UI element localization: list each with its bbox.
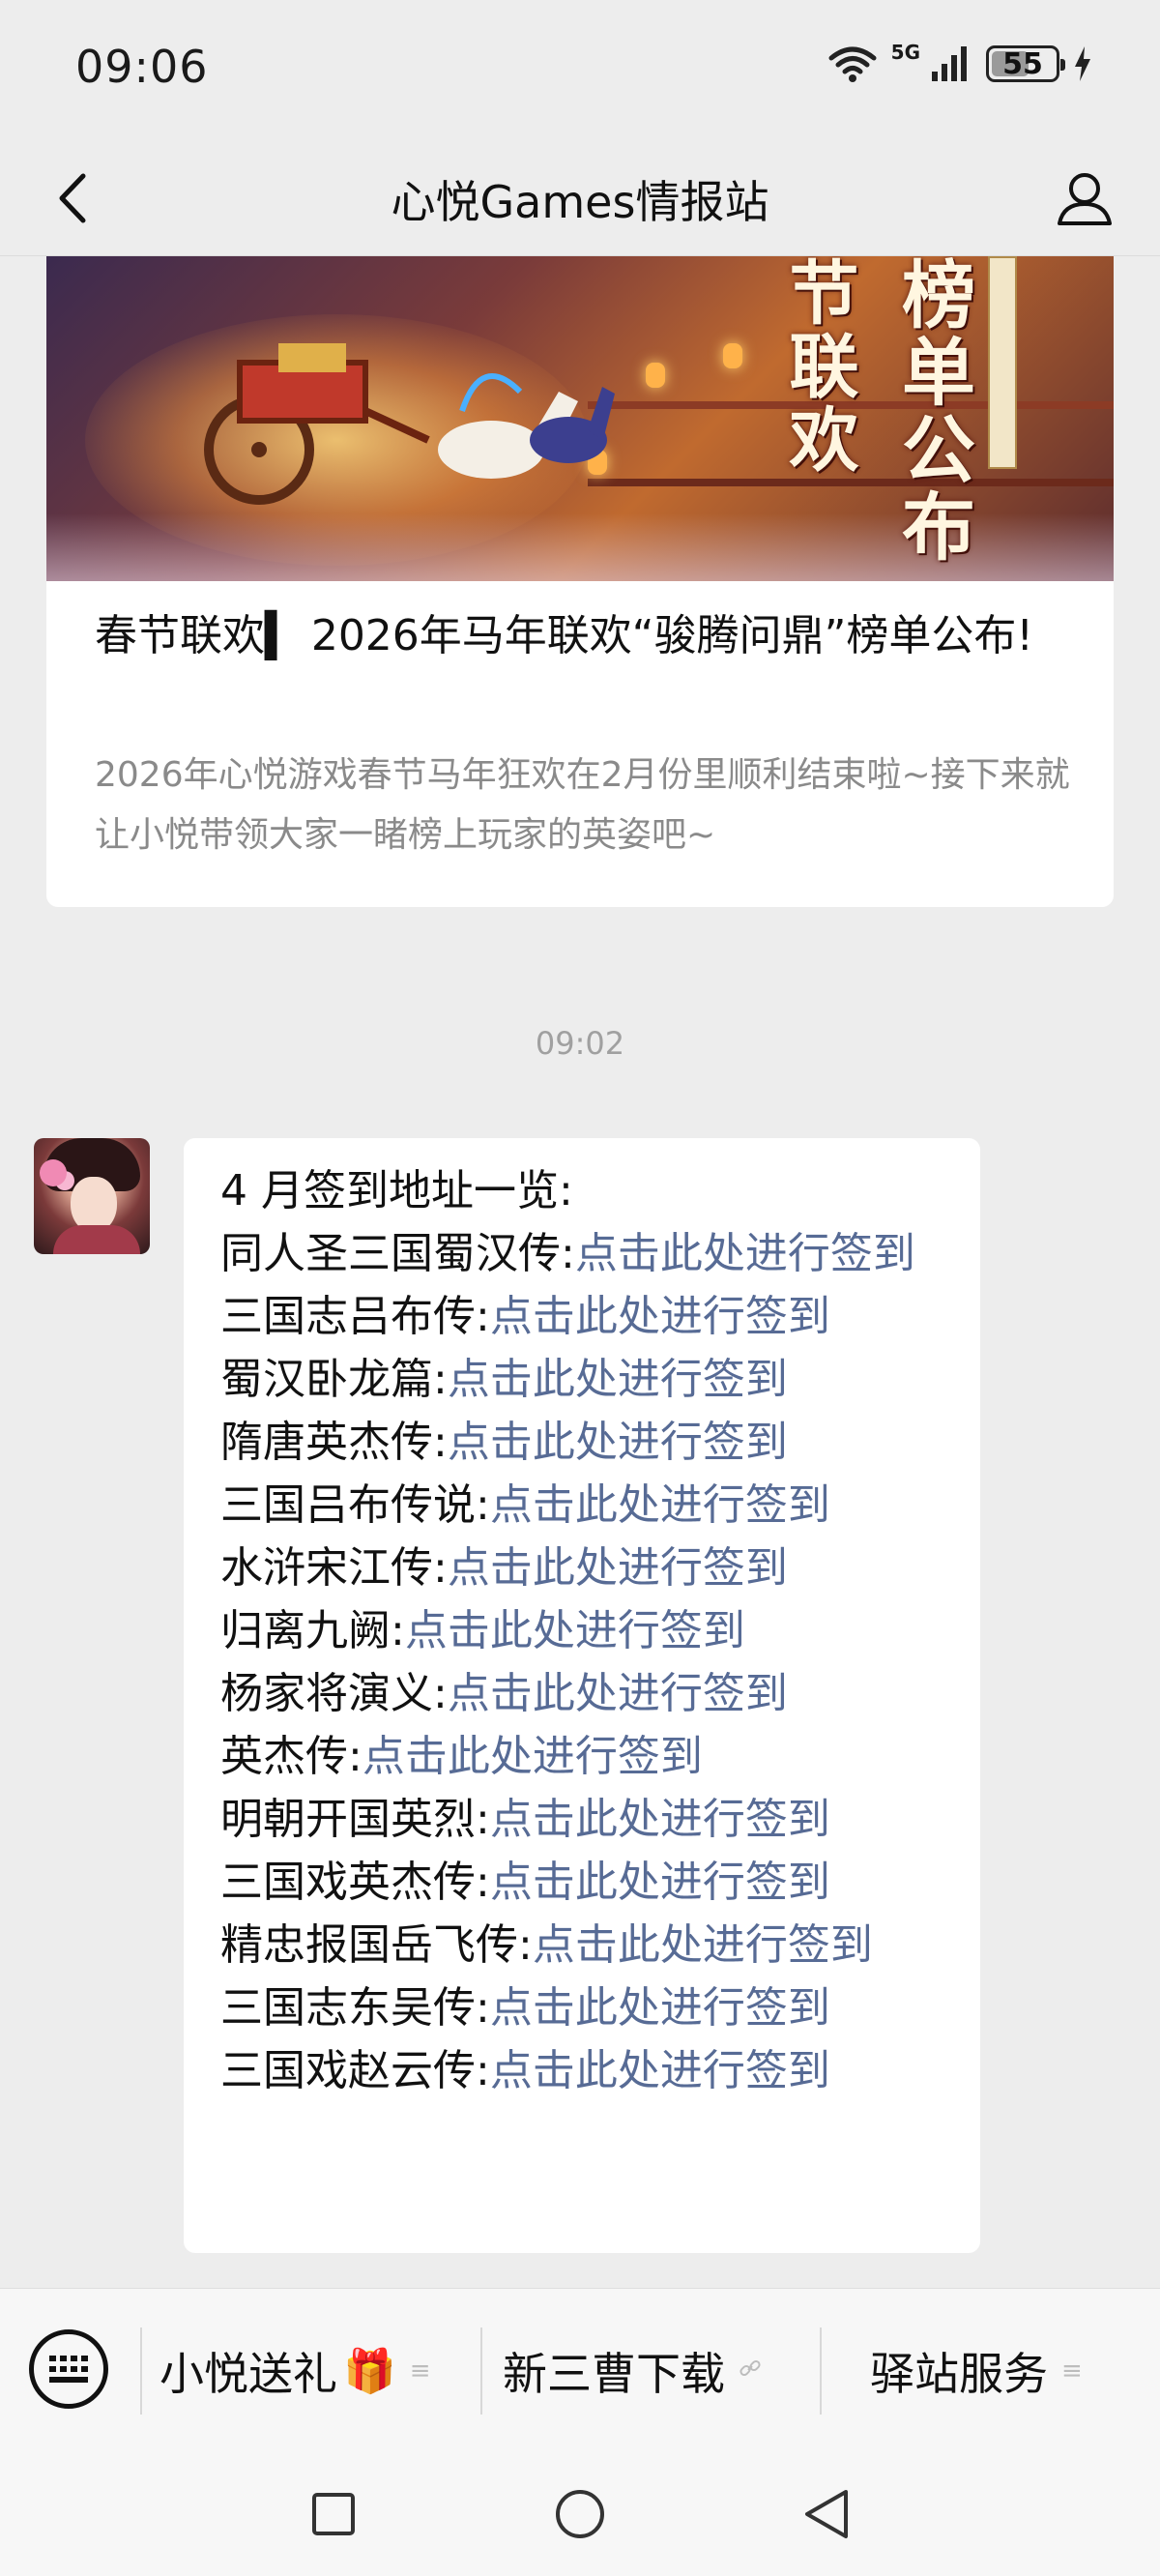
game-name: 三国戏英杰传: (220, 1858, 490, 1907)
charging-bolt-icon (1073, 45, 1092, 82)
game-name: 归离九阙: (220, 1606, 405, 1655)
checkin-item: 隋唐英杰传:点击此处进行签到 (220, 1411, 945, 1474)
menu-item-gift[interactable]: 小悦送礼 🎁 ≡ (160, 2337, 431, 2405)
checkin-list: 同人圣三国蜀汉传:点击此处进行签到 三国志吕布传:点击此处进行签到 蜀汉卧龙篇:点击… (220, 1222, 945, 2102)
checkin-item: 杨家将演义:点击此处进行签到 (220, 1662, 945, 1725)
game-name: 英杰传: (220, 1732, 362, 1781)
game-name: 隋唐英杰传: (220, 1418, 448, 1467)
game-name: 精忠报国岳飞传: (220, 1920, 533, 1970)
status-time: 09:06 (75, 41, 209, 93)
bottom-menu-bar: 小悦送礼 🎁 ≡ 新三曹下载 驿站服务 ≡ (0, 2288, 1160, 2452)
article-summary: 2026年心悦游戏春节马年狂欢在2月份里顺利结束啦~接下来就让小悦带领大家一睹榜… (95, 755, 1070, 855)
keyboard-toggle-button[interactable] (29, 2329, 108, 2409)
status-bar: 09:06 5G 55 (0, 0, 1160, 140)
horse-illustration (438, 373, 615, 479)
checkin-item: 精忠报国岳飞传:点击此处进行签到 (220, 1914, 945, 1976)
menu-item-download[interactable]: 新三曹下载 (503, 2337, 762, 2405)
avatar-robe (53, 1225, 140, 1254)
checkin-item: 三国戏赵云传:点击此处进行签到 (220, 2039, 945, 2102)
game-name: 三国吕布传说: (220, 1480, 490, 1530)
banner-railing (588, 479, 1114, 486)
lantern-icon (723, 343, 742, 368)
game-name: 三国志东吴传: (220, 1983, 490, 2033)
checkin-link[interactable]: 点击此处进行签到 (448, 1543, 788, 1593)
status-icons: 5G 55 (827, 41, 1092, 83)
battery-level: 55 (1002, 46, 1043, 81)
profile-button[interactable] (1048, 161, 1121, 235)
message-heading: 4 月签到地址一览: (220, 1166, 573, 1215)
menu-item-service[interactable]: 驿站服务 ≡ (870, 2337, 1083, 2405)
checkin-item: 同人圣三国蜀汉传:点击此处进行签到 (220, 1222, 945, 1285)
game-name: 水浒宋江传: (220, 1543, 448, 1593)
banner-title-text: 榜单公布 (889, 256, 975, 566)
checkin-link[interactable]: 点击此处进行签到 (490, 1292, 830, 1341)
menu-item-label: 驿站服务 (870, 2348, 1048, 2400)
checkin-item: 明朝开国英烈:点击此处进行签到 (220, 1788, 945, 1851)
page-title: 心悦Games情报站 (391, 176, 769, 228)
menu-divider (820, 2327, 822, 2415)
keyboard-icon (49, 2356, 88, 2383)
game-name: 同人圣三国蜀汉传: (220, 1229, 575, 1278)
battery-tip (1060, 59, 1065, 71)
checkin-link[interactable]: 点击此处进行签到 (448, 1418, 788, 1467)
triangle-back-icon (805, 2490, 848, 2538)
checkin-link[interactable]: 点击此处进行签到 (575, 1229, 915, 1278)
message-timestamp: 09:02 (535, 1025, 625, 1062)
banner-scroll (988, 256, 1017, 469)
link-icon (739, 2356, 762, 2386)
submenu-icon: ≡ (409, 2356, 431, 2386)
article-card[interactable]: 榜单公布 节联欢 春节联欢▍ 2026年马年联欢“骏腾问鼎”榜单公布! 2026… (46, 256, 1114, 907)
checkin-link[interactable]: 点击此处进行签到 (448, 1355, 788, 1404)
game-name: 明朝开国英烈: (220, 1795, 490, 1844)
checkin-item: 三国戏英杰传:点击此处进行签到 (220, 1851, 945, 1914)
square-icon (312, 2493, 355, 2535)
chariot-illustration (204, 343, 430, 505)
circle-icon (556, 2490, 604, 2538)
menu-item-label: 小悦送礼 (160, 2348, 337, 2400)
person-icon (1058, 173, 1112, 225)
recent-apps-button[interactable] (303, 2483, 364, 2545)
checkin-link[interactable]: 点击此处进行签到 (448, 1669, 788, 1718)
menu-divider (480, 2327, 482, 2415)
checkin-link[interactable]: 点击此处进行签到 (490, 1480, 830, 1530)
game-name: 杨家将演义: (220, 1669, 448, 1718)
checkin-link[interactable]: 点击此处进行签到 (362, 1732, 703, 1781)
battery-icon: 55 (986, 45, 1065, 82)
checkin-item: 英杰传:点击此处进行签到 (220, 1725, 945, 1788)
checkin-link[interactable]: 点击此处进行签到 (405, 1606, 745, 1655)
checkin-link[interactable]: 点击此处进行签到 (533, 1920, 873, 1970)
game-name: 三国志吕布传: (220, 1292, 490, 1341)
lantern-icon (646, 363, 665, 388)
home-button[interactable] (549, 2483, 611, 2545)
game-name: 蜀汉卧龙篇: (220, 1355, 448, 1404)
banner-title-text: 节联欢 (777, 256, 859, 477)
menu-item-label: 新三曹下载 (503, 2348, 725, 2400)
article-title[interactable]: 春节联欢▍ 2026年马年联欢“骏腾问鼎”榜单公布! (95, 606, 1071, 666)
system-navigation-bar (0, 2452, 1160, 2576)
checkin-link[interactable]: 点击此处进行签到 (490, 1983, 830, 2033)
gift-icon: 🎁 (343, 2347, 396, 2396)
checkin-link[interactable]: 点击此处进行签到 (490, 1858, 830, 1907)
article-banner-image: 榜单公布 节联欢 (46, 256, 1114, 581)
checkin-item: 蜀汉卧龙篇:点击此处进行签到 (220, 1348, 945, 1411)
checkin-item: 归离九阙:点击此处进行签到 (220, 1599, 945, 1662)
message-bubble: 4 月签到地址一览: 同人圣三国蜀汉传:点击此处进行签到 三国志吕布传:点击此处进… (184, 1138, 980, 2253)
checkin-link[interactable]: 点击此处进行签到 (490, 2046, 830, 2095)
network-type-label: 5G (890, 41, 920, 64)
system-back-button[interactable] (796, 2483, 857, 2545)
checkin-item: 三国志东吴传:点击此处进行签到 (220, 1976, 945, 2039)
submenu-icon: ≡ (1061, 2356, 1083, 2386)
game-name: 三国戏赵云传: (220, 2046, 490, 2095)
cellular-signal-icon (930, 44, 972, 83)
checkin-item: 三国志吕布传:点击此处进行签到 (220, 1285, 945, 1348)
chat-header: 心悦Games情报站 (0, 140, 1160, 256)
checkin-item: 三国吕布传说:点击此处进行签到 (220, 1474, 945, 1537)
menu-divider (140, 2327, 142, 2415)
wifi-icon (827, 44, 878, 83)
checkin-link[interactable]: 点击此处进行签到 (490, 1795, 830, 1844)
sender-avatar[interactable] (34, 1138, 150, 1254)
checkin-item: 水浒宋江传:点击此处进行签到 (220, 1537, 945, 1599)
avatar-flower (40, 1159, 67, 1186)
